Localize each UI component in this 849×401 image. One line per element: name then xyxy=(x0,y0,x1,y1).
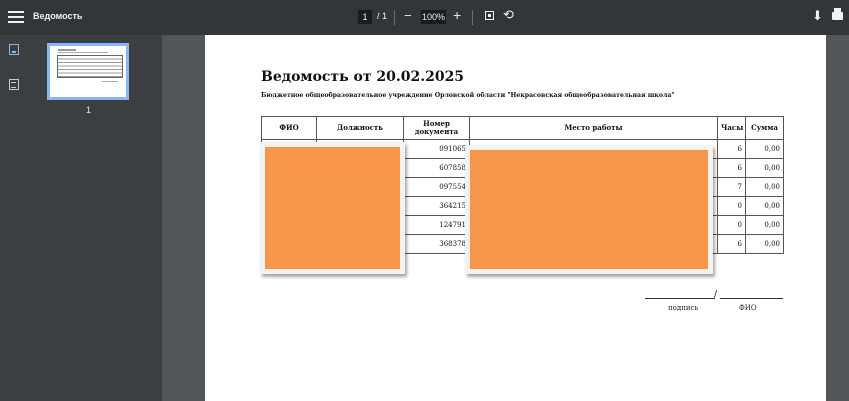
thumbnail-sidebar: 1 xyxy=(0,35,162,401)
sum-cell: 0,00 xyxy=(745,158,784,178)
thumbnails-view-icon[interactable] xyxy=(9,44,19,55)
column-header: ФИО xyxy=(261,116,317,140)
hours-cell: 6 xyxy=(717,139,746,159)
document-viewport[interactable]: Ведомость от 20.02.2025 Бюджетное общеоб… xyxy=(162,35,849,401)
thumbnail-subtitle-line xyxy=(58,52,108,53)
page-number-input[interactable]: 1 xyxy=(358,10,372,24)
column-header: Должность xyxy=(316,116,404,140)
sum-cell: 0,00 xyxy=(745,177,784,197)
sum-cell: 0,00 xyxy=(745,215,784,235)
document-number-cell: 368378 xyxy=(403,234,470,254)
document-number-cell: 364215 xyxy=(403,196,470,216)
hours-cell: 0 xyxy=(717,215,746,235)
page-thumbnail[interactable] xyxy=(47,43,129,100)
document-number-cell: 124791 xyxy=(403,215,470,235)
pdf-toolbar: Ведомость 1 / 1 − 100% + ⟲ ⬇ xyxy=(0,0,849,35)
toolbar-divider xyxy=(394,10,395,25)
signature-label: подпись xyxy=(668,304,699,312)
rotate-icon[interactable]: ⟲ xyxy=(503,7,514,23)
table-header-row: ФИО Должность Номер документа Место рабо… xyxy=(261,116,784,140)
print-icon[interactable] xyxy=(832,8,843,20)
redaction-block xyxy=(465,145,713,274)
zoom-in-button[interactable]: + xyxy=(453,7,461,23)
page-total: / 1 xyxy=(377,11,388,21)
document-number-cell: 097554 xyxy=(403,177,470,197)
column-header: Часы xyxy=(717,116,746,140)
signature-separator: / xyxy=(714,290,718,300)
signature-line xyxy=(645,298,715,299)
column-header: Место работы xyxy=(469,116,718,140)
zoom-level-input[interactable]: 100% xyxy=(421,10,446,24)
sum-cell: 0,00 xyxy=(745,139,784,159)
thumbnail-signature-line xyxy=(102,81,118,82)
page-title: Ведомость от 20.02.2025 xyxy=(261,69,465,85)
zoom-out-button[interactable]: − xyxy=(404,8,412,23)
fit-page-icon[interactable] xyxy=(485,11,494,20)
toolbar-divider xyxy=(472,10,473,25)
document-number-cell: 607858 xyxy=(403,158,470,178)
name-label: ФИО xyxy=(739,304,757,312)
hours-cell: 7 xyxy=(717,177,746,197)
name-line xyxy=(720,298,783,299)
sum-cell: 0,00 xyxy=(745,196,784,216)
thumbnail-table xyxy=(57,55,123,78)
document-number-cell: 091065 xyxy=(403,139,470,159)
document-title: Ведомость xyxy=(33,11,83,21)
download-icon[interactable]: ⬇ xyxy=(812,8,823,24)
column-header: Номер документа xyxy=(403,116,470,140)
redaction-block xyxy=(260,142,405,274)
thumbnail-page-number: 1 xyxy=(86,105,92,115)
organization-name: Бюджетное общеобразовательное учреждение… xyxy=(261,92,675,99)
menu-icon[interactable] xyxy=(8,9,24,25)
pdf-page: Ведомость от 20.02.2025 Бюджетное общеоб… xyxy=(205,35,826,401)
outline-view-icon[interactable] xyxy=(9,79,19,90)
column-header: Сумма xyxy=(745,116,784,140)
hours-cell: 6 xyxy=(717,234,746,254)
thumbnail-title-line xyxy=(58,49,76,51)
hours-cell: 0 xyxy=(717,196,746,216)
sum-cell: 0,00 xyxy=(745,234,784,254)
hours-cell: 6 xyxy=(717,158,746,178)
